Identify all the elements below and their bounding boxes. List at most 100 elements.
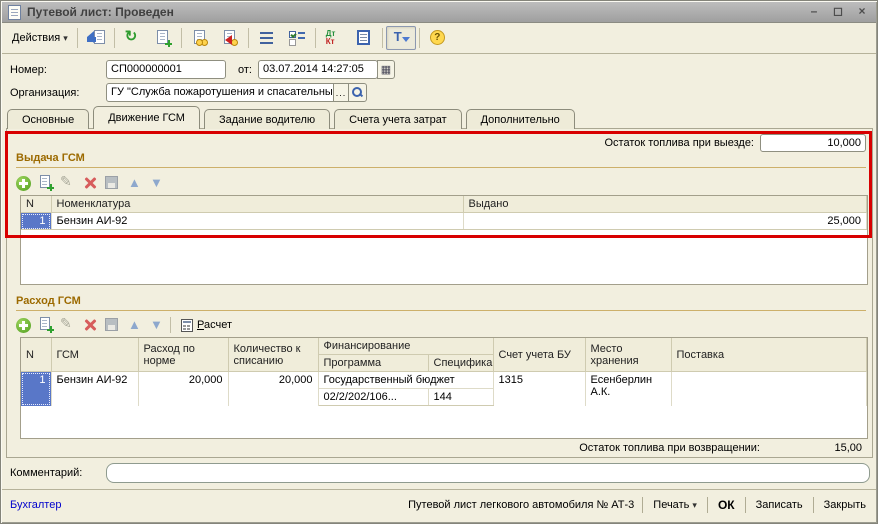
copy-row-button[interactable] xyxy=(38,175,54,191)
copy-document-icon xyxy=(154,29,172,47)
postavka-cell[interactable] xyxy=(671,372,867,406)
arrow-down-icon: ▼ xyxy=(150,317,163,332)
dt-kt-postings-button[interactable]: ДтКт xyxy=(319,26,349,50)
refresh-button[interactable]: ↻ xyxy=(118,26,148,50)
delete-row-button[interactable] xyxy=(82,317,98,333)
vydacha-table[interactable]: N Номенклатура Выдано 1 Бензин АИ-92 25,… xyxy=(20,195,868,285)
save-button[interactable]: Записать xyxy=(754,499,805,511)
move-up-button[interactable]: ▲ xyxy=(126,317,142,333)
tab-osnovnye[interactable]: Основные xyxy=(7,109,89,129)
budget-cell[interactable]: Государственный бюджет xyxy=(318,372,493,389)
actions-menu-button[interactable]: Действия ▾ xyxy=(6,26,74,50)
post-document-icon xyxy=(191,29,209,47)
qty-cell[interactable]: 20,000 xyxy=(228,372,318,406)
number-input[interactable]: СП000000001 xyxy=(106,60,226,79)
rashod-col-gsm[interactable]: ГСМ xyxy=(51,338,138,372)
vydacha-col-vydano[interactable]: Выдано xyxy=(463,196,867,213)
post-and-close-icon xyxy=(87,29,105,47)
maximize-button[interactable]: ◻ xyxy=(830,5,846,19)
fuel-return-value: 15,00 xyxy=(766,442,866,454)
arrow-up-icon: ▲ xyxy=(128,175,141,190)
rashod-col-finansirovanie[interactable]: Финансирование xyxy=(318,338,493,355)
footer-bar: Бухгалтер Путевой лист легкового автомоб… xyxy=(2,489,876,520)
end-edit-button[interactable] xyxy=(104,175,120,191)
rashod-row-1[interactable]: 1 Бензин АИ-92 20,000 20,000 Государстве… xyxy=(21,372,867,389)
accountant-link[interactable]: Бухгалтер xyxy=(10,499,61,511)
number-label: Номер: xyxy=(10,64,106,76)
actions-label: Действия xyxy=(12,32,60,44)
delete-row-button[interactable] xyxy=(82,175,98,191)
post-document-button[interactable] xyxy=(185,26,215,50)
end-edit-button[interactable] xyxy=(104,317,120,333)
rashod-col-norm[interactable]: Расход по норме xyxy=(138,338,228,372)
edit-row-button[interactable]: ✎ xyxy=(60,175,76,191)
organization-input[interactable]: ГУ "Служба пожаротушения и спасательны xyxy=(106,83,334,102)
rashod-col-postavka[interactable]: Поставка xyxy=(671,338,867,372)
minimize-button[interactable]: – xyxy=(806,5,822,19)
fuel-return-row: Остаток топлива при возвращении: 15,00 xyxy=(579,442,866,454)
fuel-return-label: Остаток топлива при возвращении: xyxy=(579,442,760,454)
spetsifika-cell[interactable]: 144 xyxy=(428,389,493,406)
fuel-out-input[interactable]: 10,000 xyxy=(760,134,866,152)
select-interval-icon xyxy=(288,29,306,47)
document-journal-button[interactable] xyxy=(349,26,379,50)
tab-scheta-ucheta-zatrat[interactable]: Счета учета затрат xyxy=(334,109,461,129)
add-row-button[interactable] xyxy=(16,317,32,333)
vydano-cell[interactable]: 25,000 xyxy=(463,213,867,230)
help-button[interactable]: ? xyxy=(423,26,453,50)
rashod-table[interactable]: N ГСМ Расход по норме Количество к списа… xyxy=(20,337,868,439)
post-and-close-button[interactable] xyxy=(81,26,111,50)
tab-dopolnitelno[interactable]: Дополнительно xyxy=(466,109,575,129)
gsm-cell[interactable]: Бензин АИ-92 xyxy=(51,372,138,406)
rashod-col-place[interactable]: Место хранения xyxy=(585,338,671,372)
ok-button[interactable]: ОК xyxy=(716,498,737,512)
chevron-down-icon: ▾ xyxy=(63,33,68,44)
norm-cell[interactable]: 20,000 xyxy=(138,372,228,406)
tab-zadanie-voditelyu[interactable]: Задание водителю xyxy=(204,109,330,129)
comment-row: Комментарий: xyxy=(10,463,870,483)
vydacha-row-1[interactable]: 1 Бензин АИ-92 25,000 xyxy=(21,213,867,230)
close-form-button[interactable]: Закрыть xyxy=(822,499,868,511)
edit-row-button[interactable]: ✎ xyxy=(60,317,76,333)
move-down-button[interactable]: ▼ xyxy=(148,175,164,191)
arrow-up-icon: ▲ xyxy=(128,317,141,332)
calendar-icon: ▦ xyxy=(381,63,391,76)
calculate-button[interactable]: Расчет xyxy=(177,315,236,335)
date-input[interactable]: 03.07.2014 14:27:05 xyxy=(258,60,378,79)
select-interval-button[interactable] xyxy=(282,26,312,50)
structure-of-subordination-button[interactable]: Т xyxy=(386,26,416,50)
document-list-button[interactable] xyxy=(252,26,282,50)
calendar-button[interactable]: ▦ xyxy=(377,60,395,79)
nomenclatura-cell[interactable]: Бензин АИ-92 xyxy=(51,213,463,230)
organization-select-button[interactable]: ... xyxy=(333,83,349,102)
copy-document-button[interactable] xyxy=(148,26,178,50)
add-row-button[interactable] xyxy=(16,175,32,191)
rashod-col-spetsifika[interactable]: Специфика xyxy=(428,355,493,372)
print-button[interactable]: Печать ▾ xyxy=(651,499,699,511)
organization-label: Организация: xyxy=(10,87,106,99)
rashod-col-account[interactable]: Счет учета БУ xyxy=(493,338,585,372)
vydacha-col-nomenclatura[interactable]: Номенклатура xyxy=(51,196,463,213)
move-up-button[interactable]: ▲ xyxy=(126,175,142,191)
vydacha-col-n[interactable]: N xyxy=(21,196,51,213)
row-number-cell[interactable]: 1 xyxy=(21,213,51,230)
rashod-col-programma[interactable]: Программа xyxy=(318,355,428,372)
move-down-button[interactable]: ▼ xyxy=(148,317,164,333)
close-button[interactable]: × xyxy=(854,5,870,19)
account-cell[interactable]: 1315 xyxy=(493,372,585,406)
place-cell[interactable]: Есенберлин А.К. xyxy=(585,372,671,406)
row-number-cell[interactable]: 1 xyxy=(21,372,51,406)
copy-row-button[interactable] xyxy=(38,317,54,333)
rashod-col-n[interactable]: N xyxy=(21,338,51,372)
unpost-document-button[interactable] xyxy=(215,26,245,50)
tab-dvizhenie-gsm[interactable]: Движение ГСМ xyxy=(93,106,200,129)
pencil-icon: ✎ xyxy=(60,173,72,190)
comment-input[interactable] xyxy=(106,463,870,483)
programma-cell[interactable]: 02/2/202/106... xyxy=(318,389,428,406)
help-icon: ? xyxy=(429,29,447,47)
organization-open-button[interactable] xyxy=(348,83,367,102)
unpost-document-icon xyxy=(221,29,239,47)
rashod-col-qty[interactable]: Количество к списанию xyxy=(228,338,318,372)
add-icon xyxy=(16,318,31,333)
comment-label: Комментарий: xyxy=(10,467,106,479)
